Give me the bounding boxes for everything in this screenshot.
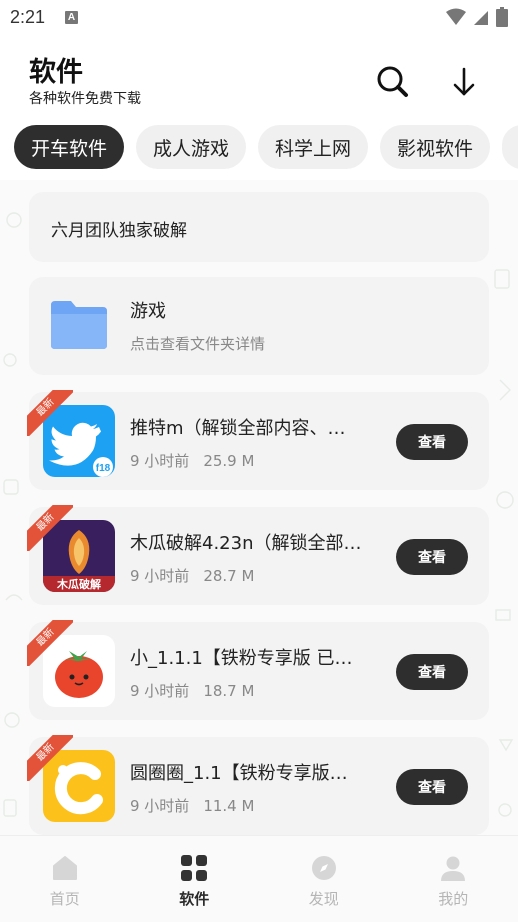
status-indicators [446,7,508,27]
list-item[interactable]: f18 最新 推特m（解锁全部内容、… 9 小时前 25.9 M 查看 [27,390,489,490]
item-meta: 9 小时前 18.7 M [130,680,254,701]
software-list[interactable]: 六月团队独家破解 游戏 点击查看文件夹详情 f18 最新 推特m（解锁全部内容、… [0,180,518,835]
icon-text: 木瓜破解 [56,577,101,591]
list-item[interactable]: 最新 小_1.1.1【铁粉专享版 已… 9 小时前 18.7 M 查看 [27,620,489,720]
new-badge: 最新 [27,735,73,781]
download-icon [453,67,475,96]
category-tabs: 开车软件 成人游戏 科学上网 影视软件 [14,125,518,169]
tab-label: 成人游戏 [152,137,229,160]
new-badge: 最新 [27,620,73,666]
icon-badge-text: f18 [96,463,111,474]
nav-label: 软件 [179,890,210,908]
apps-grid-icon [179,853,209,883]
notice-banner: 六月团队独家破解 [29,192,489,262]
wifi-icon [446,8,466,25]
view-button[interactable]: 查看 [396,654,468,690]
tab-more[interactable] [502,125,518,169]
nav-discover[interactable]: 发现 [259,836,389,922]
page-header: 软件 各种软件免费下载 [0,34,518,118]
new-badge: 最新 [27,390,73,436]
new-badge: 最新 [27,505,73,551]
list-item[interactable]: 最新 圆圈圈_1.1【铁粉专享版… 9 小时前 11.4 M 查看 [27,735,489,835]
nav-label: 首页 [49,890,80,908]
tab-label: 开车软件 [30,137,107,160]
profile-icon [438,853,468,883]
page-title: 软件 [29,57,83,88]
item-title: 推特m（解锁全部内容、… [130,418,346,439]
tab-label: 影视软件 [396,137,473,160]
folder-icon [51,301,107,349]
nav-software[interactable]: 软件 [130,836,260,922]
item-meta: 9 小时前 28.7 M [130,565,254,586]
item-size: 18.7 M [203,682,255,700]
compass-icon [309,853,339,883]
folder-title: 游戏 [130,301,166,322]
page-subtitle: 各种软件免费下载 [29,91,141,107]
item-title: 小_1.1.1【铁粉专享版 已… [130,648,353,669]
search-icon [377,66,408,97]
item-time: 9 小时前 [130,797,190,815]
view-button[interactable]: 查看 [396,539,468,575]
item-time: 9 小时前 [130,682,190,700]
folder-subtitle: 点击查看文件夹详情 [130,335,266,353]
notice-text: 六月团队独家破解 [51,221,187,241]
nav-label: 我的 [438,890,469,908]
item-size: 11.4 M [203,797,255,815]
search-button[interactable] [372,62,412,102]
notification-icon: A [65,10,79,24]
battery-icon [496,7,508,27]
nav-label: 发现 [308,890,339,908]
item-meta: 9 小时前 11.4 M [130,795,254,816]
folder-card[interactable]: 游戏 点击查看文件夹详情 [29,277,489,375]
list-item[interactable]: 木瓜破解 最新 木瓜破解4.23n（解锁全部… 9 小时前 28.7 M 查看 [27,505,489,605]
nav-profile[interactable]: 我的 [389,836,518,922]
view-button[interactable]: 查看 [396,769,468,805]
signal-icon [474,11,488,25]
nav-home[interactable]: 首页 [0,836,130,922]
view-button[interactable]: 查看 [396,424,468,460]
bottom-nav: 首页 软件 发现 我的 [0,835,518,922]
tab-yingshi[interactable]: 影视软件 [380,125,490,169]
tab-chengren[interactable]: 成人游戏 [136,125,246,169]
item-size: 25.9 M [203,452,255,470]
item-time: 9 小时前 [130,567,190,585]
home-icon [50,853,80,883]
status-bar: 2:21 A [0,0,518,34]
item-meta: 9 小时前 25.9 M [130,450,254,471]
download-button[interactable] [444,62,484,102]
item-size: 28.7 M [203,567,255,585]
tab-kexue[interactable]: 科学上网 [258,125,368,169]
status-time: 2:21 [10,6,46,27]
tab-kaiche[interactable]: 开车软件 [14,125,124,169]
item-title: 圆圈圈_1.1【铁粉专享版… [130,763,348,784]
tab-label: 科学上网 [274,137,351,160]
item-time: 9 小时前 [130,452,190,470]
item-title: 木瓜破解4.23n（解锁全部… [130,533,362,554]
